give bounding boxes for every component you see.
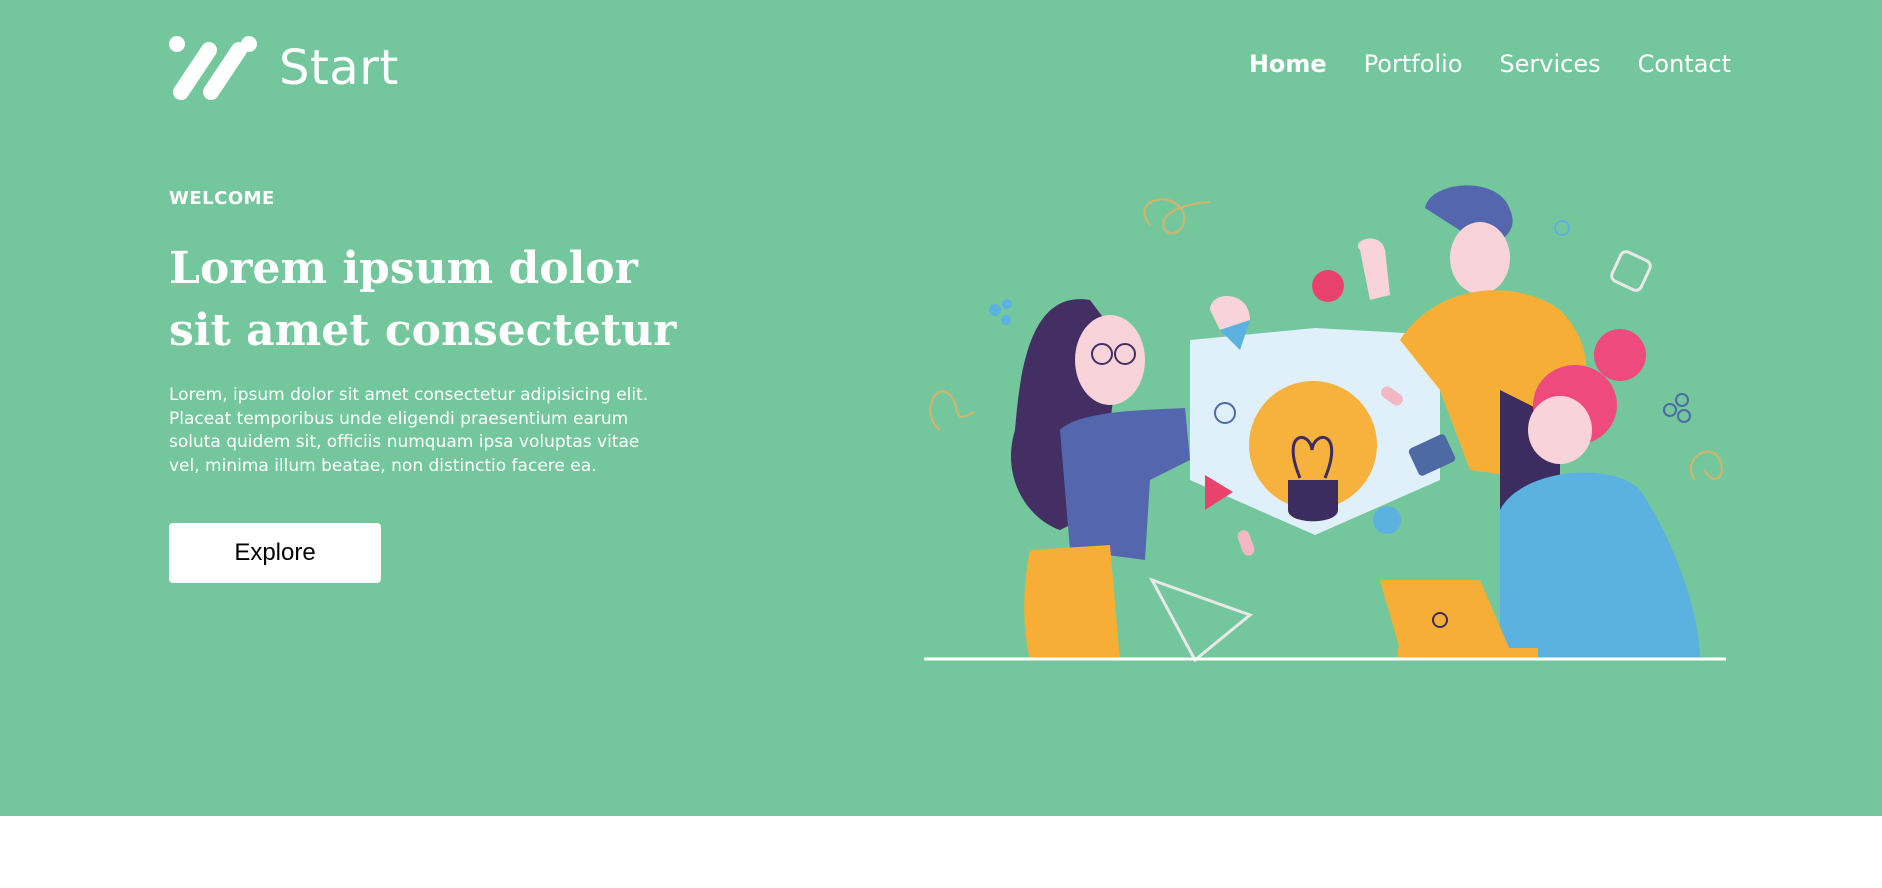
hero-section: Start Home Portfolio Services Contact WE… (0, 0, 1882, 816)
woman-pants (1024, 545, 1120, 660)
ring-decoration (1663, 403, 1677, 417)
hero-eyebrow: WELCOME (169, 188, 275, 209)
explore-button[interactable]: Explore (169, 523, 381, 583)
nav-link-home[interactable]: Home (1249, 50, 1327, 78)
woman-hair-bun (1594, 329, 1646, 381)
nav-links: Home Portfolio Services Contact (1249, 50, 1731, 78)
hero-body-text: Lorem, ipsum dolor sit amet consectetur … (169, 385, 649, 476)
laptop-base (1398, 648, 1538, 658)
ring-decoration (1554, 220, 1570, 236)
ring-decoration (1677, 409, 1691, 423)
dot-decoration (1001, 315, 1011, 325)
red-ball-held (1312, 270, 1344, 302)
hero-title: Lorem ipsum dolor sit amet consectetur (169, 243, 677, 356)
dot-decoration (989, 304, 1001, 316)
pill-shape (1237, 530, 1255, 556)
squiggle-decoration (929, 390, 976, 431)
nav-link-services[interactable]: Services (1499, 50, 1600, 78)
square-decoration (1610, 250, 1652, 292)
dot-decoration (1002, 299, 1012, 309)
woman-shirt (1060, 408, 1190, 560)
hero-copy: WELCOME Lorem ipsum dolor sit amet conse… (169, 186, 689, 478)
lightbulb-base (1288, 480, 1338, 522)
squiggle-decoration (1143, 198, 1211, 235)
brand-link[interactable]: Start (169, 36, 399, 100)
nav-link-contact[interactable]: Contact (1638, 50, 1731, 78)
man-hand (1357, 238, 1390, 300)
woman-blouse (1500, 472, 1700, 660)
ring-decoration (1675, 393, 1689, 407)
squiggle-decoration (1689, 450, 1723, 481)
navbar: Start Home Portfolio Services Contact (169, 36, 1731, 100)
triangle-outline-decoration (1148, 577, 1254, 663)
teamwork-lightbulb-illustration (924, 185, 1726, 663)
woman-face (1528, 396, 1592, 464)
man-face (1450, 222, 1510, 294)
nav-link-portfolio[interactable]: Portfolio (1364, 50, 1463, 78)
brand-name: Start (279, 40, 399, 96)
slash-stripes-logo-icon (169, 36, 257, 100)
blue-circle-shape (1373, 506, 1401, 534)
